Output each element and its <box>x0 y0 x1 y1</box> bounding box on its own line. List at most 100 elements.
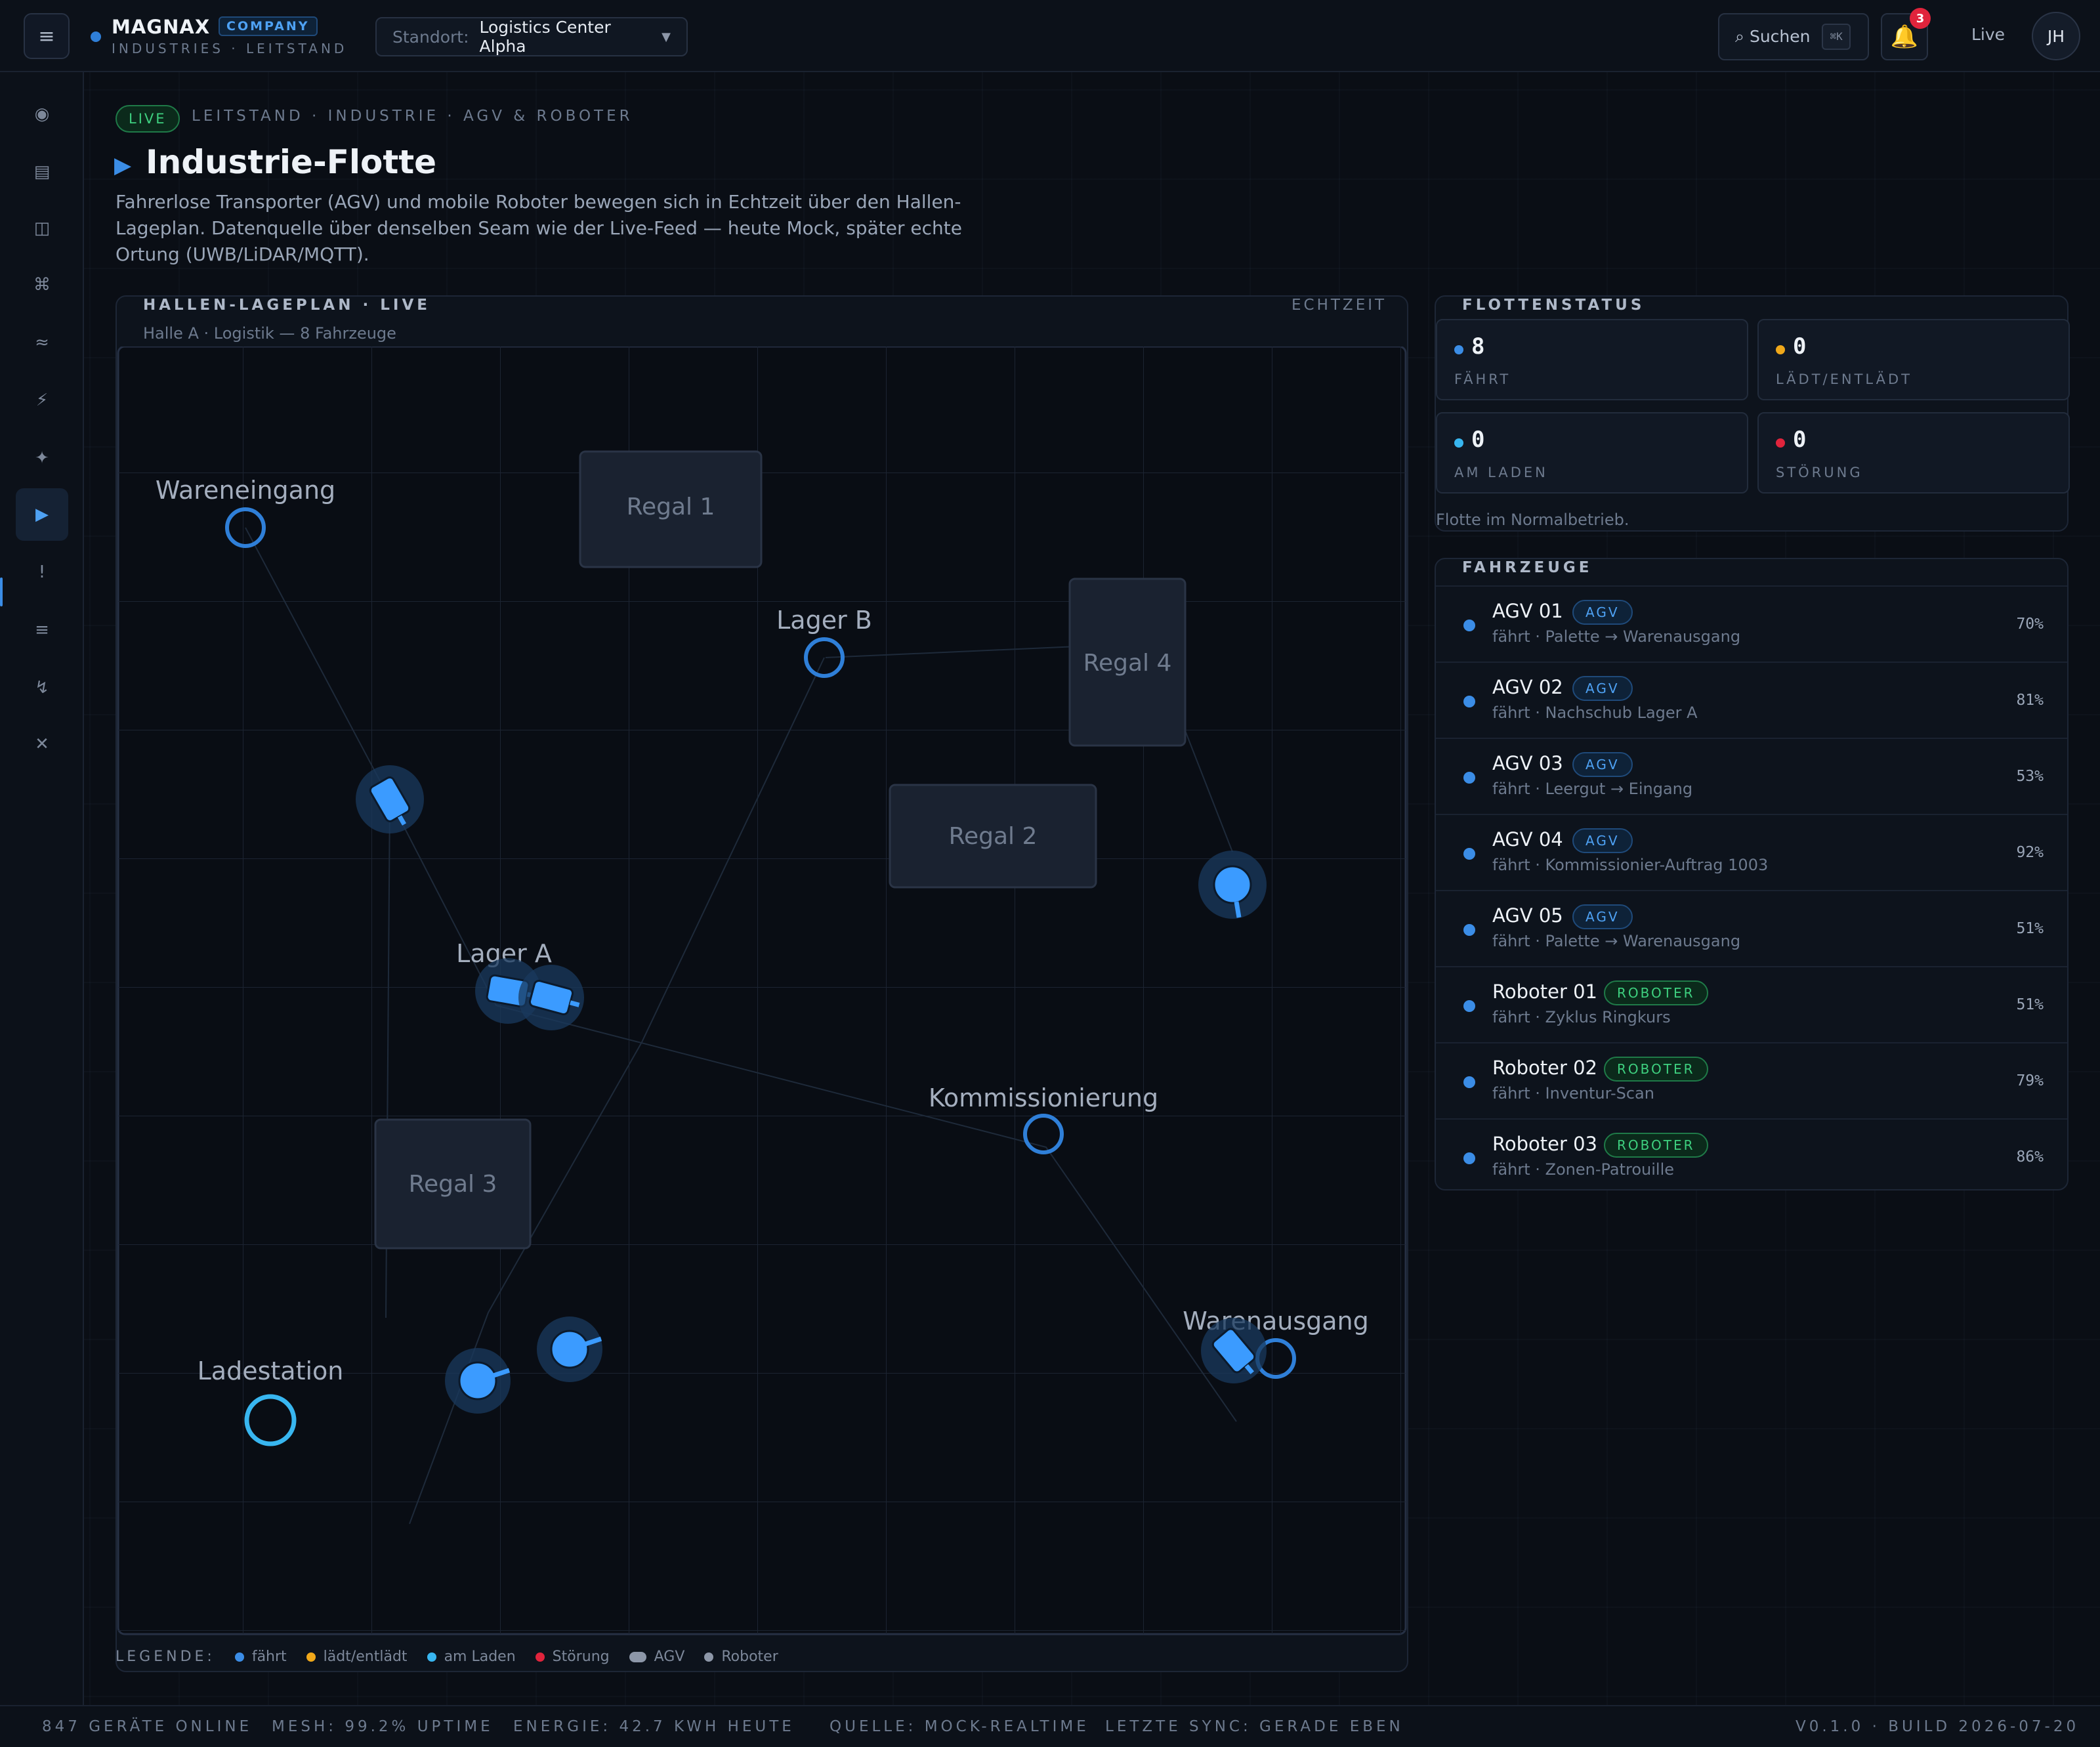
site-select[interactable]: Standort: Logistics Center Alpha ▼ <box>375 17 688 56</box>
sidebar-item-automation[interactable]: ↯ <box>16 662 68 714</box>
floor-plan-map[interactable]: Regal 1 Regal 4 Regal 2 Regal 3 Warenein… <box>117 347 1407 1635</box>
vehicle-status-dot <box>1463 696 1475 707</box>
vehicle-name: AGV 04 <box>1492 828 1563 851</box>
stat-label: AM LADEN <box>1454 465 1548 480</box>
legend-swatch <box>629 1651 646 1662</box>
vehicle-battery: 79% <box>2016 1072 2044 1089</box>
vehicles-title: FAHRZEUGE <box>1462 559 1593 576</box>
vehicle-row[interactable]: AGV 02 AGV fährt · Nachschub Lager A 81% <box>1436 662 2067 738</box>
footer-source: QUELLE: MOCK-REALTIME <box>830 1718 1089 1735</box>
vehicle-task: fährt · Palette → Warenausgang <box>1492 932 1741 950</box>
sidebar-item-dashboard[interactable]: ◉ <box>16 88 68 140</box>
sidebar-item-command[interactable]: ⌘ <box>16 259 68 311</box>
sidebar-item-list[interactable]: ≡ <box>16 604 68 656</box>
status-dot <box>1454 345 1463 354</box>
vehicle-row[interactable]: AGV 03 AGV fährt · Leergut → Eingang 53% <box>1436 738 2067 814</box>
stat-value: 0 <box>1471 427 1485 453</box>
brand-name: MAGNAX <box>112 16 211 38</box>
robot-marker <box>445 1348 511 1414</box>
site-value: Logistics Center Alpha <box>479 18 611 56</box>
brand-badge: COMPANY <box>219 16 318 36</box>
close-icon: ✕ <box>35 734 49 754</box>
search-button[interactable]: ⌕ Suchen ⌘K <box>1718 13 1869 60</box>
sidebar-item-stream[interactable]: ≈ <box>16 316 68 369</box>
sidebar-item-ai[interactable]: ✦ <box>16 432 68 484</box>
vehicle-name: Roboter 02 <box>1492 1057 1597 1079</box>
stat-label: FÄHRT <box>1454 371 1511 387</box>
status-dot <box>1776 345 1785 354</box>
panels-icon: ◫ <box>33 219 51 238</box>
vehicle-type-tag: AGV <box>1572 904 1633 929</box>
vehicle-type-tag: ROBOTER <box>1604 1057 1708 1082</box>
vehicle-battery: 51% <box>2016 920 2044 937</box>
legend-item: am Laden <box>427 1649 516 1665</box>
legend-swatch <box>234 1652 244 1662</box>
fleet-status-panel: FLOTTENSTATUS 8 FÄHRT 0 LÄDT/ENTLÄDT 0 A… <box>1435 295 2070 532</box>
vehicle-status-dot <box>1463 1152 1475 1164</box>
hamburger-icon: ≡ <box>38 24 55 48</box>
shelf-label: Regal 2 <box>949 823 1038 850</box>
shelf-label: Regal 4 <box>1083 650 1172 677</box>
footer-devices: 847 GERÄTE ONLINE <box>42 1718 253 1735</box>
shelf-label: Regal 3 <box>409 1171 497 1198</box>
vehicle-battery: 53% <box>2016 768 2044 785</box>
stat-value: 0 <box>1793 427 1807 453</box>
vehicle-name: Roboter 03 <box>1492 1133 1597 1155</box>
vehicle-battery: 86% <box>2016 1148 2044 1166</box>
agv-marker <box>1201 1318 1267 1383</box>
floor-plan-subtitle: Halle A · Logistik — 8 Fahrzeuge <box>143 324 396 343</box>
avatar[interactable]: JH <box>2032 12 2080 60</box>
station-label: Wareneingang <box>156 476 335 505</box>
sidebar-item-fleet[interactable]: ▶ <box>16 488 68 541</box>
vehicle-type-tag: AGV <box>1572 600 1633 625</box>
vehicle-task: fährt · Zonen-Patrouille <box>1492 1160 1675 1179</box>
station-label: Kommissionierung <box>929 1084 1158 1112</box>
stat-value: 0 <box>1793 333 1807 360</box>
vehicle-task: fährt · Palette → Warenausgang <box>1492 627 1741 646</box>
brand-subtitle: INDUSTRIES · LEITSTAND <box>112 41 348 56</box>
vehicle-task: fährt · Kommissionier-Auftrag 1003 <box>1492 856 1769 874</box>
vehicle-type-tag: ROBOTER <box>1604 1133 1708 1158</box>
sidebar-item-alert[interactable]: ! <box>16 546 68 599</box>
vehicle-type-tag: AGV <box>1572 828 1633 853</box>
command-icon: ⌘ <box>33 275 51 295</box>
vehicle-row[interactable]: Roboter 03 ROBOTER fährt · Zonen-Patrouill… <box>1436 1118 2067 1189</box>
menu-button[interactable]: ≡ <box>24 13 70 59</box>
stat-card-charging: 0 AM LADEN <box>1436 412 1748 494</box>
sidebar-item-devices[interactable]: ▤ <box>16 146 68 198</box>
legend-item: lädt/entlädt <box>306 1649 408 1665</box>
vehicle-row[interactable]: AGV 04 AGV fährt · Kommissionier-Auftrag 1… <box>1436 814 2067 890</box>
stream-icon: ≈ <box>35 333 49 352</box>
vehicle-row[interactable]: Roboter 01 ROBOTER fährt · Zyklus Ringkurs… <box>1436 966 2067 1042</box>
robot-marker <box>1198 851 1267 919</box>
stat-label: LÄDT/ENTLÄDT <box>1776 371 1912 387</box>
legend-swatch <box>704 1652 714 1662</box>
site-label: Standort: <box>392 27 469 47</box>
vehicle-row[interactable]: AGV 05 AGV fährt · Palette → Warenausgang 5… <box>1436 890 2067 966</box>
vehicle-name: AGV 03 <box>1492 752 1563 774</box>
sidebar-item-close[interactable]: ✕ <box>16 718 68 770</box>
sidebar-item-energy[interactable]: ⚡ <box>16 374 68 427</box>
sidebar-item-panels[interactable]: ◫ <box>16 202 68 255</box>
shelf-label: Regal 1 <box>627 494 715 520</box>
live-link[interactable]: Live <box>1971 25 2005 44</box>
vehicle-status-dot <box>1463 620 1475 631</box>
vehicle-task: fährt · Inventur-Scan <box>1492 1084 1654 1103</box>
automation-icon: ↯ <box>35 678 49 698</box>
station-label: Lager B <box>776 606 872 635</box>
legend-swatch <box>306 1652 316 1662</box>
bell-icon: 🔔 <box>1890 24 1919 50</box>
vehicle-status-dot <box>1463 772 1475 784</box>
vehicle-type-tag: AGV <box>1572 676 1633 701</box>
search-label: ⌕ Suchen <box>1735 27 1811 46</box>
legend-item: AGV <box>629 1649 684 1665</box>
chevron-down-icon: ▼ <box>662 30 671 44</box>
vehicle-row[interactable]: Roboter 02 ROBOTER fährt · Inventur-Scan 79… <box>1436 1042 2067 1118</box>
vehicle-battery: 81% <box>2016 692 2044 709</box>
energy-icon: ⚡ <box>35 390 49 410</box>
legend-item: fährt <box>234 1649 287 1665</box>
vehicle-row[interactable]: AGV 01 AGV fährt · Palette → Warenausgang 7… <box>1436 585 2067 662</box>
station-label: Ladestation <box>198 1357 344 1385</box>
vehicle-battery: 51% <box>2016 996 2044 1013</box>
vehicle-task: fährt · Nachschub Lager A <box>1492 704 1698 722</box>
